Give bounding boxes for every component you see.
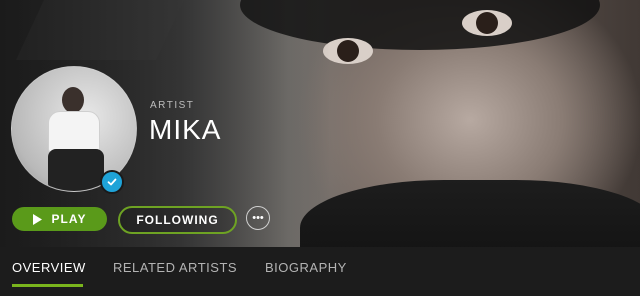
artist-kicker: ARTIST [150,100,195,111]
tab-overview[interactable]: OVERVIEW [12,260,86,275]
play-button[interactable]: PLAY [12,207,107,231]
artist-tab-bar: OVERVIEW RELATED ARTISTS BIOGRAPHY [0,247,640,296]
header-photo-eye-left [323,38,373,64]
following-button[interactable]: FOLLOWING [118,206,237,234]
header-photo-jacket [300,180,640,247]
artist-name: MIKA [149,114,222,145]
verified-badge [100,170,124,194]
following-button-label: FOLLOWING [136,213,219,227]
play-icon [32,213,42,225]
active-tab-indicator [12,284,83,287]
tab-related-artists[interactable]: RELATED ARTISTS [113,260,237,275]
avatar-legs [48,149,104,191]
header-photo-eye-right [462,10,512,36]
more-options-button[interactable]: ••• [246,206,270,230]
avatar-shirt [48,111,100,153]
avatar-head [62,87,84,113]
check-icon [107,178,117,186]
ellipsis-icon: ••• [252,212,264,224]
tab-biography[interactable]: BIOGRAPHY [265,260,347,275]
play-button-label: PLAY [51,212,87,226]
